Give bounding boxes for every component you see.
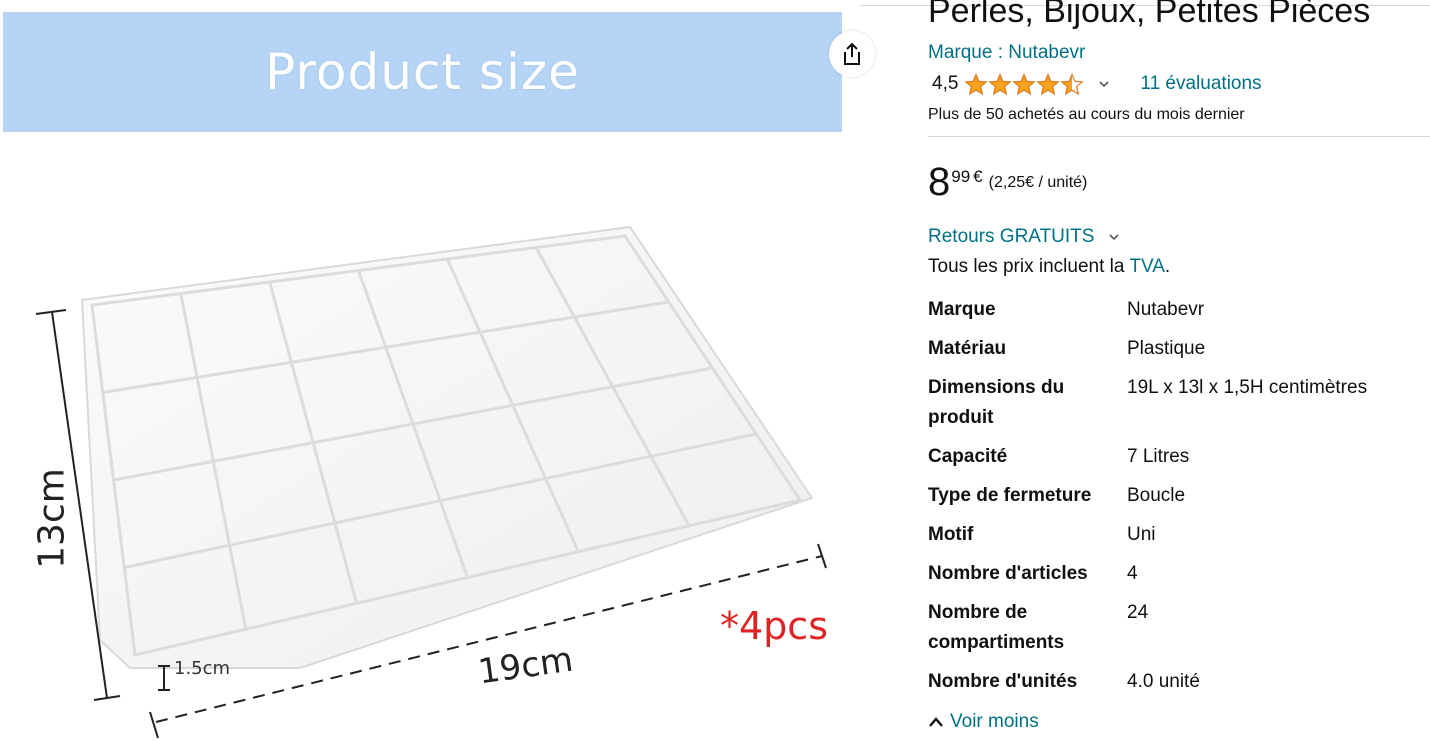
tax-suffix: . xyxy=(1164,256,1171,277)
spec-label: Motif xyxy=(928,524,974,545)
star-icon xyxy=(1012,72,1037,95)
chevron-down-icon[interactable] xyxy=(1096,76,1112,92)
star-icon xyxy=(1036,72,1061,95)
rating-row: 4,5 11 évaluations xyxy=(932,71,1262,97)
returns-label: Retours GRATUITS xyxy=(928,226,1095,247)
star-icon xyxy=(1060,72,1085,95)
spec-value: 4 xyxy=(1127,563,1138,584)
spec-label: Nombre d'unités xyxy=(928,671,1078,692)
chevron-up-icon xyxy=(929,717,943,727)
star-icon xyxy=(964,72,989,95)
brand-link[interactable]: Marque : Nutabevr xyxy=(928,42,1085,64)
price-whole: 8 xyxy=(928,160,951,204)
spec-value: Plastique xyxy=(1127,338,1206,359)
price: 8 99 € (2,25€ / unité) xyxy=(928,160,1087,204)
spec-label: Matériau xyxy=(928,338,1007,359)
spec-value: 7 Litres xyxy=(1127,446,1190,467)
product-info: Perles, Bijoux, Petites Pièces Marque : … xyxy=(928,0,1430,740)
quantity-label: *4pcs xyxy=(720,604,828,648)
dimension-depth: 1.5cm xyxy=(174,658,231,679)
spec-label: Marque xyxy=(928,299,996,320)
product-image[interactable]: Product size 13cm 19cm 1.5cm *4pcs xyxy=(0,0,860,740)
share-icon xyxy=(844,42,860,65)
spec-label: Type de fermeture xyxy=(928,485,1092,506)
spec-value: Nutabevr xyxy=(1127,299,1205,320)
spec-label: Capacité xyxy=(928,446,1008,467)
tax-prefix: Tous les prix incluent la xyxy=(928,256,1130,277)
reviews-link[interactable]: 11 évaluations xyxy=(1140,73,1261,95)
spec-value: 4.0 unité xyxy=(1127,671,1200,692)
spec-value: 24 xyxy=(1127,602,1149,623)
section-divider xyxy=(928,136,1430,137)
chevron-down-icon xyxy=(1109,234,1120,241)
tax-note: Tous les prix incluent la TVA. xyxy=(928,256,1170,278)
free-returns-link[interactable]: Retours GRATUITS xyxy=(928,226,1122,248)
star-rating[interactable] xyxy=(964,72,1085,96)
unit-price: (2,25€ / unité) xyxy=(988,174,1088,191)
spec-label: Nombre de compartiments xyxy=(928,602,1065,653)
dimension-height: 13cm xyxy=(31,468,73,569)
star-icon xyxy=(988,72,1013,95)
spec-value: 19L x 13l x 1,5H centimètres xyxy=(1127,377,1368,398)
share-button[interactable] xyxy=(829,31,875,77)
price-fraction: 99 xyxy=(951,167,971,186)
spec-value: Uni xyxy=(1127,524,1156,545)
product-title: Perles, Bijoux, Petites Pièces xyxy=(928,0,1371,30)
see-less-link[interactable]: Voir moins xyxy=(928,711,1039,733)
price-currency: € xyxy=(973,167,983,186)
spec-value: Boucle xyxy=(1127,485,1186,506)
see-less-label: Voir moins xyxy=(950,711,1039,732)
bought-note: Plus de 50 achetés au cours du mois dern… xyxy=(928,106,1245,123)
vat-link[interactable]: TVA xyxy=(1129,256,1165,277)
spec-label: Nombre d'articles xyxy=(928,563,1088,584)
spec-label: Dimensions du produit xyxy=(928,377,1065,428)
rating-value: 4,5 xyxy=(932,73,959,94)
